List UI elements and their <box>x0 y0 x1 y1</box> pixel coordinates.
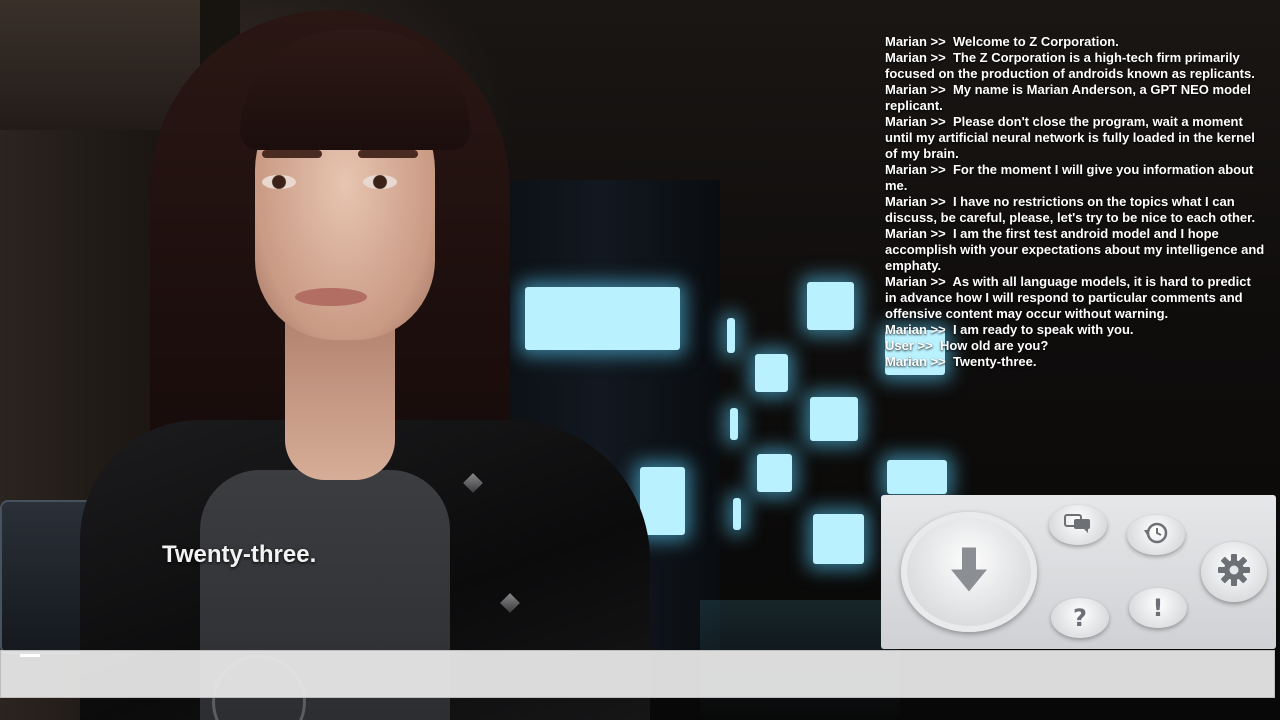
chat-speaker: Marian >> <box>885 194 946 209</box>
chat-message: User >> How old are you? <box>885 338 1265 354</box>
settings-button[interactable] <box>1201 542 1267 602</box>
character-brow <box>262 150 322 158</box>
control-panel: ? ! <box>881 495 1276 649</box>
alert-button[interactable]: ! <box>1129 588 1187 628</box>
character-brow <box>358 150 418 158</box>
chat-message: Marian >> I am the first test android mo… <box>885 226 1265 274</box>
alert-icon: ! <box>1152 594 1164 622</box>
chat-log: Marian >> Welcome to Z Corporation. Maria… <box>885 34 1265 370</box>
chat-message: Marian >> I am ready to speak with you. <box>885 322 1265 338</box>
chat-message: Marian >> Twenty-three. <box>885 354 1265 370</box>
chat-speaker: Marian >> <box>885 50 946 65</box>
character-eye <box>363 175 397 189</box>
light-panel <box>755 354 788 392</box>
chat-input[interactable] <box>0 650 1275 698</box>
gear-icon <box>1217 553 1251 592</box>
light-panel <box>640 467 685 535</box>
chat-speaker: Marian >> <box>885 114 946 129</box>
subtitle-text: Twenty-three. <box>162 541 317 568</box>
character-lips <box>295 288 367 306</box>
chat-speaker: Marian >> <box>885 322 946 337</box>
chat-message: Marian >> I have no restrictions on the … <box>885 194 1265 226</box>
chat-speaker: Marian >> <box>885 354 946 369</box>
chat-message: Marian >> My name is Marian Anderson, a … <box>885 82 1265 114</box>
input-caret <box>20 654 40 657</box>
chat-text: Twenty-three. <box>952 354 1037 369</box>
light-panel <box>730 408 738 440</box>
light-panel <box>813 514 864 564</box>
chat-message: Marian >> For the moment I will give you… <box>885 162 1265 194</box>
help-icon: ? <box>1073 604 1087 632</box>
chat-text: Welcome to Z Corporation. <box>952 34 1119 49</box>
chat-speaker: Marian >> <box>885 34 946 49</box>
light-panel <box>807 282 854 330</box>
chat-speaker: Marian >> <box>885 82 946 97</box>
light-panel <box>525 287 680 350</box>
light-panel <box>810 397 858 441</box>
chat-button[interactable] <box>1049 505 1107 545</box>
chat-speaker: User >> <box>885 338 933 353</box>
send-button[interactable] <box>901 512 1037 632</box>
history-icon <box>1143 521 1169 550</box>
light-panel <box>727 318 735 353</box>
chat-speaker: Marian >> <box>885 226 946 241</box>
download-arrow-icon <box>949 546 989 599</box>
light-panel <box>757 454 792 492</box>
chat-text: I am ready to speak with you. <box>952 322 1134 337</box>
light-panel <box>887 460 947 494</box>
chat-speaker: Marian >> <box>885 274 946 289</box>
chat-bubbles-icon <box>1064 512 1092 539</box>
chat-message: Marian >> Welcome to Z Corporation. <box>885 34 1265 50</box>
character-neck <box>285 320 395 480</box>
chat-message: Marian >> Please don't close the program… <box>885 114 1265 162</box>
chat-text: How old are you? <box>939 338 1049 353</box>
chat-message: Marian >> The Z Corporation is a high-te… <box>885 50 1265 82</box>
chat-message: Marian >> As with all language models, i… <box>885 274 1265 322</box>
character-eye <box>262 175 296 189</box>
light-panel <box>733 498 741 530</box>
history-button[interactable] <box>1127 515 1185 555</box>
chat-speaker: Marian >> <box>885 162 946 177</box>
help-button[interactable]: ? <box>1051 598 1109 638</box>
